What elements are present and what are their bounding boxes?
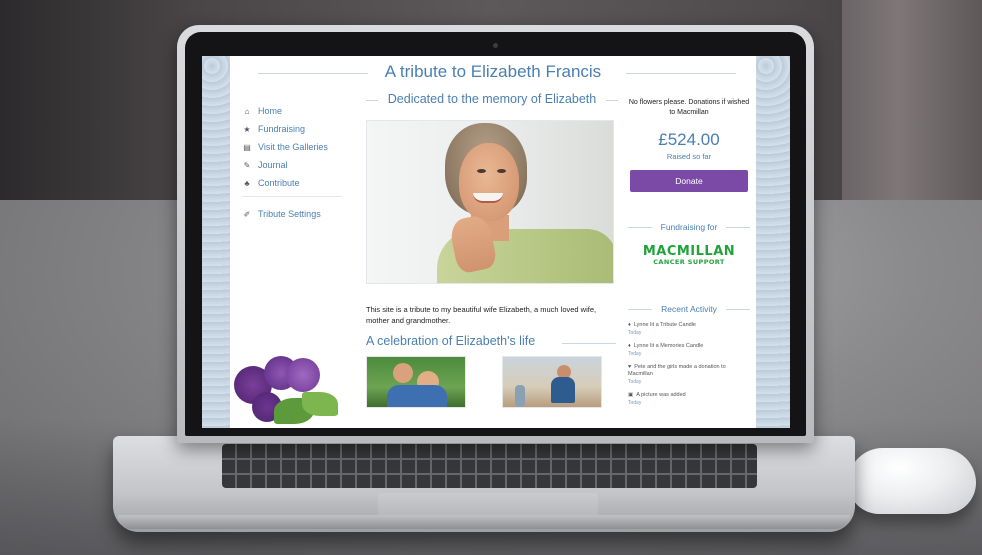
activity-item[interactable]: ▣ A picture was added Today [628, 392, 750, 406]
gallery-thumbnail[interactable] [502, 356, 602, 408]
macmillan-logo-main: MACMILLAN [642, 244, 736, 259]
celebration-heading: A celebration of Elizabeth's life [366, 334, 618, 348]
user-icon: ♣ [244, 178, 250, 188]
picture-icon: ▣ [628, 392, 634, 398]
intro-text: This site is a tribute to my beautiful w… [366, 305, 597, 325]
activity-text: Lynne lit a Tribute Candle [633, 322, 696, 328]
candle-icon: ♦ [628, 322, 631, 328]
page-title: A tribute to Elizabeth Francis [230, 62, 756, 82]
main-content: Dedicated to the memory of Elizabeth Thi… [366, 92, 618, 408]
activity-time: Today [628, 379, 642, 385]
candle-icon: ♦ [628, 343, 631, 349]
macmillan-logo-sub: CANCER SUPPORT [653, 258, 725, 266]
laptop-base-front [118, 515, 850, 529]
donate-button[interactable]: Donate [630, 170, 748, 192]
pencil-icon: ✎ [243, 160, 251, 170]
activity-list: ♦ Lynne lit a Tribute Candle Today ♦ Lynne… [628, 322, 750, 406]
activity-time: Today [628, 330, 642, 336]
gallery-thumbnail[interactable] [366, 356, 466, 408]
recent-activity-heading: Recent Activity [628, 304, 750, 314]
sidebar-item-galleries[interactable]: ▤ Visit the Galleries [242, 138, 354, 156]
amount-raised: £524.00 [658, 130, 720, 149]
activity-text: Pete and the girls made a donation to Ma… [628, 364, 726, 377]
macmillan-logo[interactable]: MACMILLAN CANCER SUPPORT [628, 244, 750, 266]
photo-gallery [366, 356, 618, 408]
activity-item[interactable]: ♦ Lynne lit a Tribute Candle Today [628, 322, 750, 336]
tribute-page: A tribute to Elizabeth Francis ⌂ Home ★ … [230, 56, 756, 428]
sidebar-item-label: Tribute Settings [258, 209, 321, 219]
star-icon: ★ [243, 124, 251, 134]
sidebar-item-fundraising[interactable]: ★ Fundraising [242, 120, 354, 138]
sidebar-item-label: Contribute [258, 178, 300, 188]
activity-text: A picture was added [636, 392, 686, 398]
right-column: No flowers please. Donations if wished t… [628, 98, 750, 413]
portrait-eye [497, 169, 506, 173]
page-background-pattern-left [202, 56, 230, 428]
nav-divider [242, 196, 342, 197]
flowers-decoration [230, 352, 340, 428]
child-shirt [387, 385, 447, 407]
person-body [551, 377, 575, 403]
heart-icon: ♥ [628, 364, 632, 370]
sidebar-item-contribute[interactable]: ♣ Contribute [242, 174, 354, 192]
portrait-photo[interactable] [366, 120, 614, 284]
portrait-eye [477, 169, 486, 173]
laptop-keyboard [222, 444, 757, 488]
sidebar-item-label: Journal [258, 160, 288, 170]
sidebar-item-journal[interactable]: ✎ Journal [242, 156, 354, 174]
leaf [302, 392, 338, 416]
sidebar-item-label: Home [258, 106, 283, 116]
dedicated-heading: Dedicated to the memory of Elizabeth [366, 92, 618, 106]
donation-note: No flowers please. Donations if wished t… [628, 99, 750, 116]
activity-time: Today [628, 400, 642, 406]
sidebar-item-label: Fundraising [258, 124, 306, 134]
portrait-face [459, 143, 519, 221]
activity-item[interactable]: ♦ Lynne lit a Memories Candle Today [628, 343, 750, 357]
activity-item[interactable]: ♥ Pete and the girls made a donation to M… [628, 364, 750, 385]
gallery-icon: ▤ [243, 142, 251, 152]
wireless-mouse [848, 448, 976, 514]
fundraising-heading: Fundraising for [628, 222, 750, 232]
webcam [493, 43, 498, 48]
person-small [515, 385, 525, 407]
raised-label: Raised so far [666, 152, 712, 161]
home-icon: ⌂ [244, 106, 250, 116]
laptop-screen: A tribute to Elizabeth Francis ⌂ Home ★ … [202, 56, 790, 428]
laptop-trackpad [378, 493, 598, 517]
activity-text: Lynne lit a Memories Candle [633, 343, 704, 349]
sidebar-nav: ⌂ Home ★ Fundraising ▤ Visit the Galleri… [242, 102, 354, 223]
child-face [393, 363, 413, 383]
wrench-icon: ✐ [243, 209, 251, 219]
sidebar-item-home[interactable]: ⌂ Home [242, 102, 354, 120]
page-background-pattern-right [756, 56, 790, 428]
sidebar-item-tribute-settings[interactable]: ✐ Tribute Settings [242, 205, 354, 223]
flower-purple [286, 358, 320, 392]
activity-time: Today [628, 351, 642, 357]
sidebar-item-label: Visit the Galleries [258, 142, 328, 152]
